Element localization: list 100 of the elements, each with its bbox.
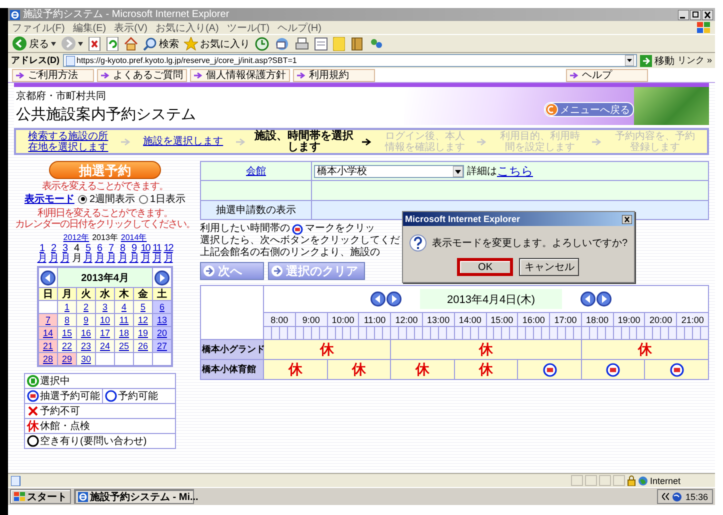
document-icon[interactable] xyxy=(314,36,328,50)
display-mode-link[interactable]: 表示モード xyxy=(24,192,74,206)
calendar-day[interactable]: 24 xyxy=(96,340,114,352)
previous-day-icon[interactable] xyxy=(370,291,386,307)
year-link[interactable]: 2014年 xyxy=(120,232,147,243)
month-link[interactable]: 2月 xyxy=(48,244,59,264)
address-field[interactable]: https://g-kyoto.pref.kyoto.lg.jp/reserve_j/core_j/init.asp?SBT=1 xyxy=(62,54,638,67)
calendar-day[interactable]: 20 xyxy=(153,327,171,339)
calendar-day[interactable]: 25 xyxy=(115,340,133,352)
menu-return-button[interactable]: メニューへ戻る xyxy=(544,102,634,117)
step-link[interactable]: 検索する施設の所在地を選択します xyxy=(24,130,112,152)
menu-item[interactable]: お気に入り(A) xyxy=(155,20,219,34)
calendar-day[interactable]: 14 xyxy=(39,327,57,339)
nav-link[interactable]: ご利用方法 xyxy=(12,68,94,82)
clock: 15:36 xyxy=(685,492,708,502)
lottery-slot-icon xyxy=(670,362,684,376)
favorites-button[interactable]: お気に入り xyxy=(184,36,250,50)
calendar-day[interactable]: 6 xyxy=(153,301,171,313)
book-icon[interactable] xyxy=(350,36,364,50)
facility-select[interactable]: 橋本小学校 xyxy=(314,164,464,178)
calendar-day[interactable]: 21 xyxy=(39,340,57,352)
calendar-day[interactable]: 7 xyxy=(39,314,57,326)
globe-icon[interactable] xyxy=(672,492,682,502)
calendar-day[interactable]: 29 xyxy=(58,353,76,365)
home-icon[interactable] xyxy=(124,36,138,50)
ok-button[interactable]: OK xyxy=(457,258,514,276)
calendar-day[interactable]: 1 xyxy=(58,301,76,313)
calendar-day[interactable]: 23 xyxy=(77,340,95,352)
close-icon[interactable] xyxy=(622,214,632,224)
calendar-day[interactable]: 27 xyxy=(153,340,171,352)
links-label[interactable]: リンク » xyxy=(677,54,712,67)
refresh-icon[interactable] xyxy=(106,36,119,50)
hall-link[interactable]: 会館 xyxy=(246,164,266,178)
calendar-day[interactable]: 19 xyxy=(134,327,152,339)
month-link[interactable]: 5月 xyxy=(82,244,94,264)
nav-link[interactable]: ヘルプ xyxy=(566,68,648,82)
calendar-day[interactable]: 10 xyxy=(96,314,114,326)
stop-icon[interactable] xyxy=(88,36,101,50)
calendar-day[interactable]: 9 xyxy=(77,314,95,326)
calendar-day[interactable]: 18 xyxy=(115,327,133,339)
calendar-day[interactable]: 15 xyxy=(58,327,76,339)
nav-link[interactable]: よくあるご質問 xyxy=(97,68,187,82)
calendar-day[interactable]: 28 xyxy=(39,353,57,365)
nav-link[interactable]: 個人情報保護方針 xyxy=(190,68,290,82)
menu-item[interactable]: 編集(E) xyxy=(72,20,106,34)
cancel-button[interactable]: キャンセル xyxy=(519,258,580,276)
start-button[interactable]: スタート xyxy=(10,489,71,504)
menu-item[interactable]: 表示(V) xyxy=(114,20,148,34)
calendar-day[interactable]: 4 xyxy=(115,301,133,313)
calendar-day[interactable]: 3 xyxy=(96,301,114,313)
nav-link[interactable]: 利用規約 xyxy=(293,68,375,82)
caret-icon[interactable] xyxy=(78,42,83,46)
caret-icon[interactable] xyxy=(51,42,56,46)
dropdown-arrow-icon[interactable] xyxy=(625,55,634,66)
month-link[interactable]: 1月 xyxy=(36,244,48,264)
menu-item[interactable]: ツール(T) xyxy=(226,20,270,34)
back-button[interactable]: 戻る xyxy=(12,36,56,51)
detail-link[interactable]: こちら xyxy=(497,162,533,180)
calendar-day[interactable]: 22 xyxy=(58,340,76,352)
month-link[interactable]: 3月 xyxy=(59,244,70,264)
year-link[interactable]: 2012年 xyxy=(63,232,90,243)
go-button[interactable]: 移動 xyxy=(640,54,674,68)
calendar-day[interactable]: 8 xyxy=(58,314,76,326)
calendar-day[interactable]: 12 xyxy=(134,314,152,326)
minimize-icon[interactable] xyxy=(678,10,689,20)
calendar-day[interactable]: 17 xyxy=(96,327,114,339)
calendar-day[interactable]: 13 xyxy=(153,314,171,326)
menu-item[interactable]: ヘルプ(H) xyxy=(278,20,322,34)
previous-day-icon[interactable] xyxy=(580,291,596,307)
status-pane xyxy=(585,475,597,486)
hour-header: 9:00 xyxy=(296,313,327,326)
hour-header: 10:00 xyxy=(328,313,358,326)
month-link[interactable]: 11月 xyxy=(151,244,162,264)
calendar-day[interactable]: 5 xyxy=(134,301,152,313)
printer-icon[interactable] xyxy=(295,36,309,50)
forward-button[interactable] xyxy=(61,36,83,51)
chevron-icon[interactable] xyxy=(662,493,670,500)
month-link[interactable]: 6月 xyxy=(94,244,105,264)
search-button[interactable]: 検索 xyxy=(143,36,179,50)
mode-radio[interactable]: 1日表示 xyxy=(139,192,186,206)
arrow-icon xyxy=(194,72,203,78)
calendar-day[interactable]: 30 xyxy=(77,353,95,365)
month-link[interactable]: 8月 xyxy=(116,244,128,264)
month-link[interactable]: 12月 xyxy=(162,244,174,264)
dialog-message: 表示モードを変更します。よろしいですか? xyxy=(432,236,628,250)
month-link[interactable]: 9月 xyxy=(128,244,140,264)
calendar-day[interactable]: 11 xyxy=(115,314,133,326)
menu-item[interactable]: ファイル(F) xyxy=(12,20,65,34)
month-link[interactable]: 10月 xyxy=(140,244,151,264)
next-day-icon[interactable] xyxy=(386,291,402,307)
calendar-day[interactable]: 2 xyxy=(77,301,95,313)
close-icon[interactable] xyxy=(702,10,713,20)
restore-icon[interactable] xyxy=(690,10,701,20)
step-link[interactable]: 施設を選択します xyxy=(139,136,228,147)
mode-radio[interactable]: 2週間表示 xyxy=(78,192,135,206)
month-link[interactable]: 7月 xyxy=(105,244,116,264)
calendar-day[interactable]: 26 xyxy=(134,340,152,352)
history-icon[interactable] xyxy=(255,36,269,50)
calendar-day[interactable]: 16 xyxy=(77,327,95,339)
next-day-icon[interactable] xyxy=(596,291,612,307)
